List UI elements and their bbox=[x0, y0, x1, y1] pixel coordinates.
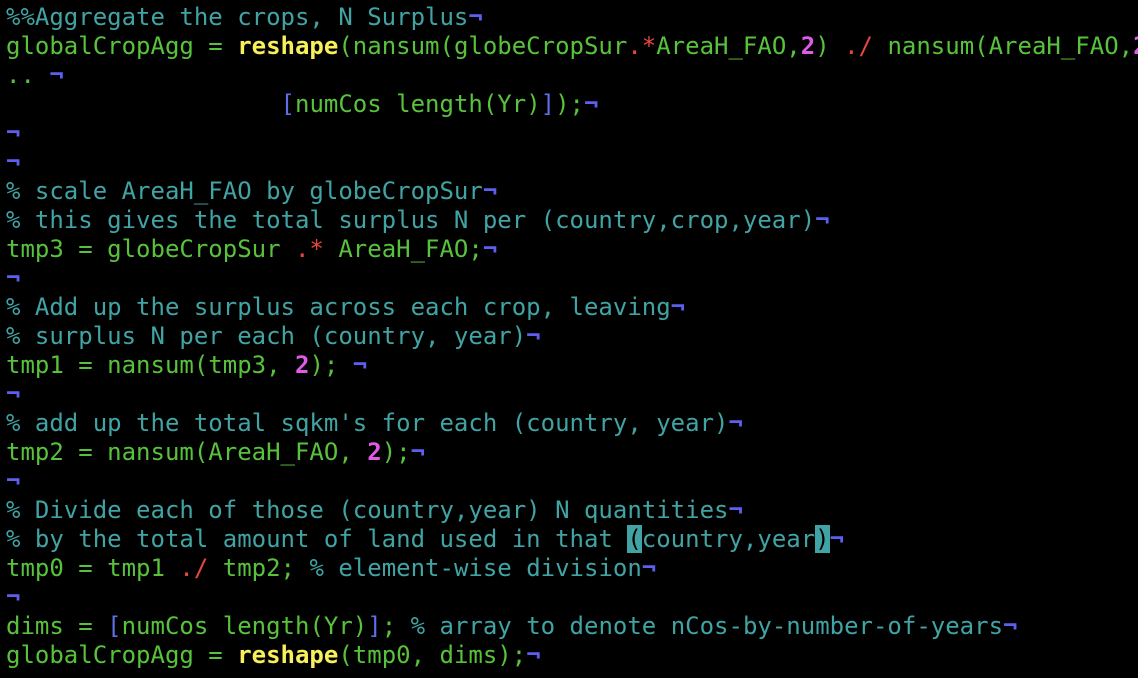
code-line[interactable]: ¬ bbox=[0, 119, 1138, 148]
number-token: 2 bbox=[294, 351, 310, 379]
comment-token: %%Aggregate the crops, N Surplus bbox=[6, 3, 469, 31]
comment-token: country,year bbox=[641, 525, 816, 553]
bracket-token: [ bbox=[107, 612, 122, 640]
eol-marker: ¬ bbox=[829, 525, 845, 553]
code-line[interactable]: % by the total amount of land used in th… bbox=[0, 525, 1138, 554]
code-token: ) bbox=[815, 32, 845, 60]
comment-token: % Divide each of those (country,year) N … bbox=[6, 496, 729, 524]
eol-marker: ¬ bbox=[6, 380, 21, 408]
code-line[interactable]: tmp3 = globeCropSur .* AreaH_FAO;¬ bbox=[0, 235, 1138, 264]
code-token: globalCropAgg = bbox=[6, 641, 238, 669]
code-editor[interactable]: %%Aggregate the crops, N Surplus¬ globalC… bbox=[0, 0, 1138, 678]
eol-marker: ¬ bbox=[526, 322, 541, 350]
code-token: ); bbox=[309, 351, 353, 379]
operator-token: ./ bbox=[179, 554, 209, 582]
eol-marker: ¬ bbox=[482, 177, 498, 205]
code-line[interactable]: % Add up the surplus across each crop, l… bbox=[0, 293, 1138, 322]
code-token: (nansum(globeCropSur bbox=[338, 32, 628, 60]
code-token: ; bbox=[381, 612, 411, 640]
eol-marker: ¬ bbox=[6, 148, 21, 176]
code-token: numCos length(Yr) bbox=[121, 612, 368, 640]
comment-token: % surplus N per each (country, year) bbox=[6, 322, 527, 350]
eol-marker: ¬ bbox=[1003, 612, 1018, 640]
code-token: tmp1 = nansum(tmp3, bbox=[6, 351, 295, 379]
matched-paren-highlight: ) bbox=[815, 525, 830, 553]
number-token: 2 bbox=[367, 438, 382, 466]
code-line[interactable]: % surplus N per each (country, year)¬ bbox=[0, 322, 1138, 351]
code-line[interactable]: ¬ bbox=[0, 264, 1138, 293]
code-line[interactable]: ¬ bbox=[0, 583, 1138, 612]
code-token: nansum(AreaH_FAO, bbox=[873, 32, 1134, 60]
code-line[interactable]: tmp2 = nansum(AreaH_FAO, 2);¬ bbox=[0, 438, 1138, 467]
number-token: 2 bbox=[1133, 32, 1138, 60]
code-line[interactable]: %%Aggregate the crops, N Surplus¬ bbox=[0, 3, 1138, 32]
code-line[interactable]: % scale AreaH_FAO by globeCropSur¬ bbox=[0, 177, 1138, 206]
code-line[interactable]: % add up the total sqkm's for each (coun… bbox=[0, 409, 1138, 438]
comment-token: % this gives the total surplus N per (co… bbox=[6, 206, 816, 234]
code-token: tmp2 = nansum(AreaH_FAO, bbox=[6, 438, 368, 466]
eol-marker: ¬ bbox=[670, 293, 686, 321]
code-line[interactable]: ¬ bbox=[0, 467, 1138, 496]
code-token: tmp0 = tmp1 bbox=[6, 554, 180, 582]
code-line[interactable]: [numCos length(Yr)]);¬ bbox=[0, 90, 1138, 119]
number-token: 2 bbox=[800, 32, 816, 60]
code-line[interactable]: % this gives the total surplus N per (co… bbox=[0, 206, 1138, 235]
code-line[interactable]: tmp1 = nansum(tmp3, 2); ¬ bbox=[0, 351, 1138, 380]
code-token: globalCropAgg = bbox=[6, 32, 238, 60]
code-token: .. bbox=[6, 61, 50, 89]
eol-marker: ¬ bbox=[468, 3, 483, 31]
eol-marker: ¬ bbox=[641, 554, 657, 582]
eol-marker: ¬ bbox=[6, 467, 21, 495]
matched-paren-highlight: ( bbox=[627, 525, 642, 553]
code-token: numCos length(Yr) bbox=[295, 90, 541, 118]
code-token: AreaH_FAO; bbox=[323, 235, 483, 263]
code-token: ); bbox=[555, 90, 584, 118]
eol-marker: ¬ bbox=[584, 90, 599, 118]
code-line[interactable]: globalCropAgg = reshape(tmp0, dims);¬ bbox=[0, 641, 1138, 670]
eol-marker: ¬ bbox=[526, 641, 541, 669]
eol-marker: ¬ bbox=[6, 119, 21, 147]
code-token: dims = bbox=[6, 612, 108, 640]
eol-marker: ¬ bbox=[815, 206, 830, 234]
comment-token: % array to denote nCos-by-number-of-year… bbox=[410, 612, 1004, 640]
eol-marker: ¬ bbox=[728, 409, 743, 437]
function-token: reshape bbox=[237, 641, 339, 669]
code-line[interactable]: ¬ bbox=[0, 380, 1138, 409]
code-token: ); bbox=[381, 438, 411, 466]
bracket-token: ] bbox=[367, 612, 382, 640]
operator-token: .* bbox=[294, 235, 324, 263]
code-line[interactable]: tmp0 = tmp1 ./ tmp2; % element-wise divi… bbox=[0, 554, 1138, 583]
code-token: tmp3 = globeCropSur bbox=[6, 235, 295, 263]
code-line[interactable]: % Divide each of those (country,year) N … bbox=[0, 496, 1138, 525]
code-line[interactable]: ¬ bbox=[0, 148, 1138, 177]
function-token: reshape bbox=[237, 32, 339, 60]
code-token: tmp2; bbox=[208, 554, 310, 582]
code-token: (tmp0, dims); bbox=[338, 641, 527, 669]
bracket-token: ] bbox=[540, 90, 556, 118]
code-line[interactable]: globalCropAgg = reshape(nansum(globeCrop… bbox=[0, 32, 1138, 61]
bracket-token: [ bbox=[280, 90, 295, 118]
comment-token: % Add up the surplus across each crop, l… bbox=[6, 293, 671, 321]
code-line[interactable]: .. ¬ bbox=[0, 61, 1138, 90]
eol-marker: ¬ bbox=[352, 351, 368, 379]
eol-marker: ¬ bbox=[482, 235, 498, 263]
comment-token: % by the total amount of land used in th… bbox=[6, 525, 628, 553]
comment-token: % scale AreaH_FAO by globeCropSur bbox=[6, 177, 483, 205]
code-token: AreaH_FAO, bbox=[656, 32, 801, 60]
code-line[interactable]: dims = [numCos length(Yr)]; % array to d… bbox=[0, 612, 1138, 641]
operator-token: .* bbox=[627, 32, 657, 60]
eol-marker: ¬ bbox=[410, 438, 426, 466]
operator-token: ./ bbox=[844, 32, 873, 60]
eol-marker: ¬ bbox=[49, 61, 64, 89]
eol-marker: ¬ bbox=[6, 264, 21, 292]
comment-token: % element-wise division bbox=[309, 554, 642, 582]
eol-marker: ¬ bbox=[6, 583, 21, 611]
eol-marker: ¬ bbox=[728, 496, 743, 524]
comment-token: % add up the total sqkm's for each (coun… bbox=[6, 409, 729, 437]
